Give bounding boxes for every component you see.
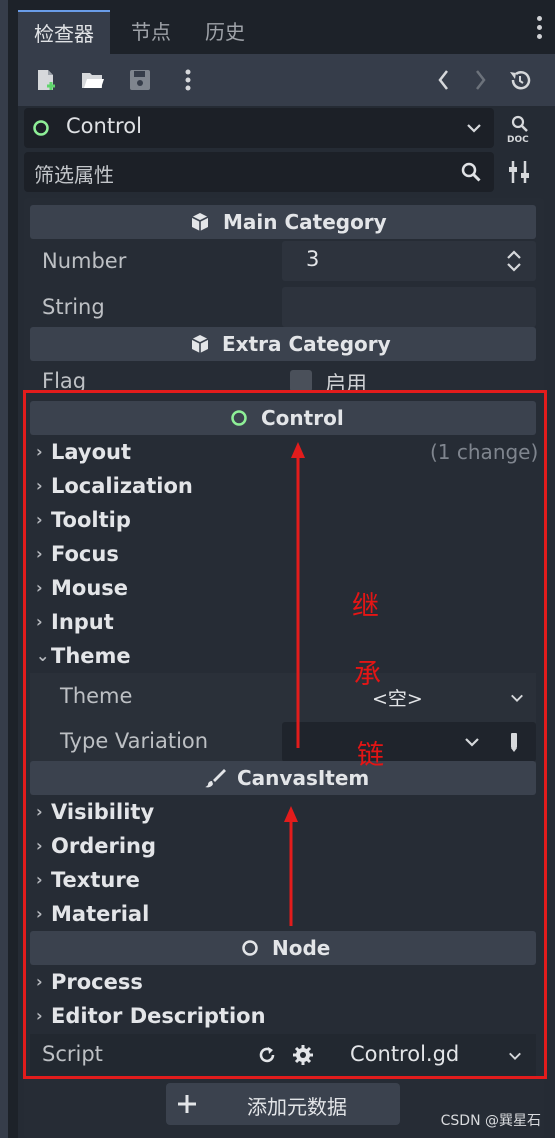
annotation-char-2: 承 [354, 659, 381, 690]
add-metadata-button[interactable]: 添加元数据 [166, 1083, 400, 1125]
watermark: CSDN @巽星石 [440, 1113, 541, 1129]
annotation-char-1: 继 [352, 591, 379, 622]
annotation-char-3: 链 [357, 740, 384, 771]
add-metadata-label: 添加元数据 [247, 1095, 347, 1119]
plus-icon [178, 1095, 196, 1113]
annotation-arrows [284, 442, 305, 926]
